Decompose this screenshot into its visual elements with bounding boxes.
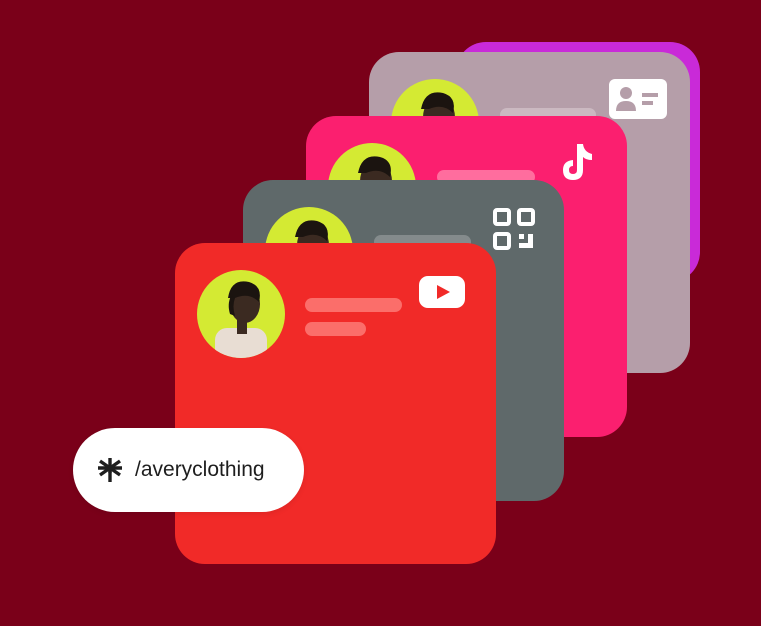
tiktok-icon[interactable] — [557, 142, 595, 187]
youtube-card[interactable] — [175, 243, 496, 564]
profile-handle: /averyclothing — [135, 458, 265, 481]
linktree-asterisk-icon — [97, 457, 123, 483]
profile-handle-pill[interactable]: /averyclothing — [73, 428, 304, 512]
placeholder-bar — [305, 298, 402, 312]
youtube-icon[interactable] — [419, 276, 465, 313]
qr-code-icon[interactable] — [493, 208, 535, 255]
placeholder-bar — [305, 322, 366, 336]
contact-card-icon[interactable] — [609, 79, 667, 124]
avatar — [197, 270, 285, 358]
